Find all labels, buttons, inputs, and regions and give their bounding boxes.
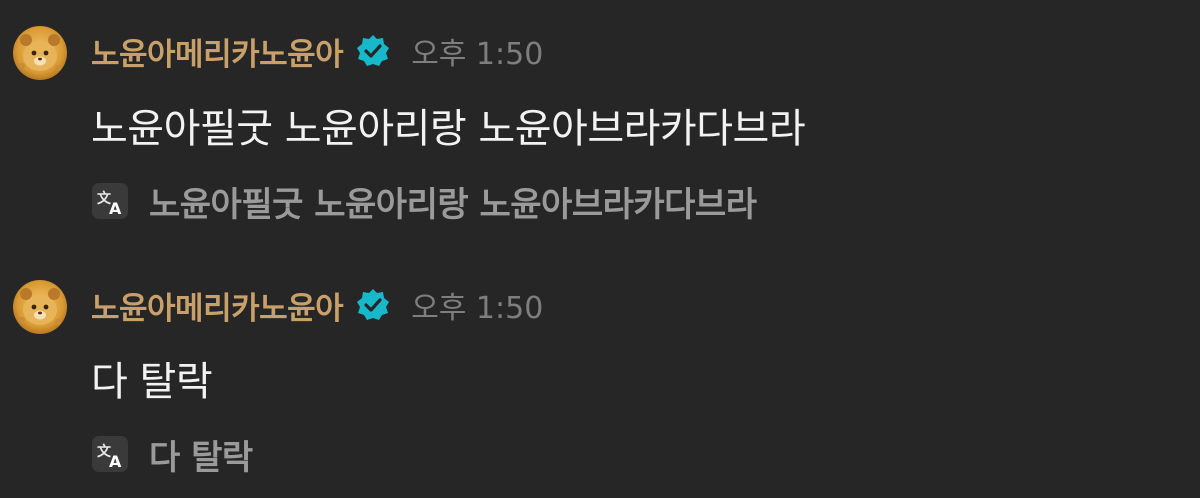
timestamp: 오후 1:50 (411, 37, 544, 72)
translated-text: 다 탈락 (149, 437, 253, 478)
message-text: 다 탈락 (91, 359, 213, 405)
verified-badge-icon (355, 287, 391, 323)
username[interactable]: 노윤아메리카노윤아 (91, 283, 344, 328)
svg-text:A: A (109, 452, 122, 471)
message-header: 노윤아메리카노윤아 오후 1:50 (91, 283, 543, 327)
avatar-image (13, 26, 67, 80)
username[interactable]: 노윤아메리카노윤아 (91, 29, 344, 74)
translation-row[interactable]: 文 A 노윤아필굿 노윤아리랑 노윤아브라카다브라 (92, 179, 757, 225)
avatar[interactable] (13, 280, 67, 334)
message-text: 노윤아필굿 노윤아리랑 노윤아브라카다브라 (91, 106, 806, 152)
message-header: 노윤아메리카노윤아 오후 1:50 (91, 29, 543, 73)
avatar[interactable] (13, 26, 67, 80)
svg-text:A: A (109, 199, 122, 218)
translate-icon[interactable]: 文 A (92, 436, 128, 472)
verified-badge-icon (355, 33, 391, 69)
translate-icon[interactable]: 文 A (92, 183, 128, 219)
avatar-image (13, 280, 67, 334)
translated-text: 노윤아필굿 노윤아리랑 노윤아브라카다브라 (149, 184, 757, 225)
timestamp: 오후 1:50 (411, 291, 544, 326)
translation-row[interactable]: 文 A 다 탈락 (92, 432, 253, 478)
